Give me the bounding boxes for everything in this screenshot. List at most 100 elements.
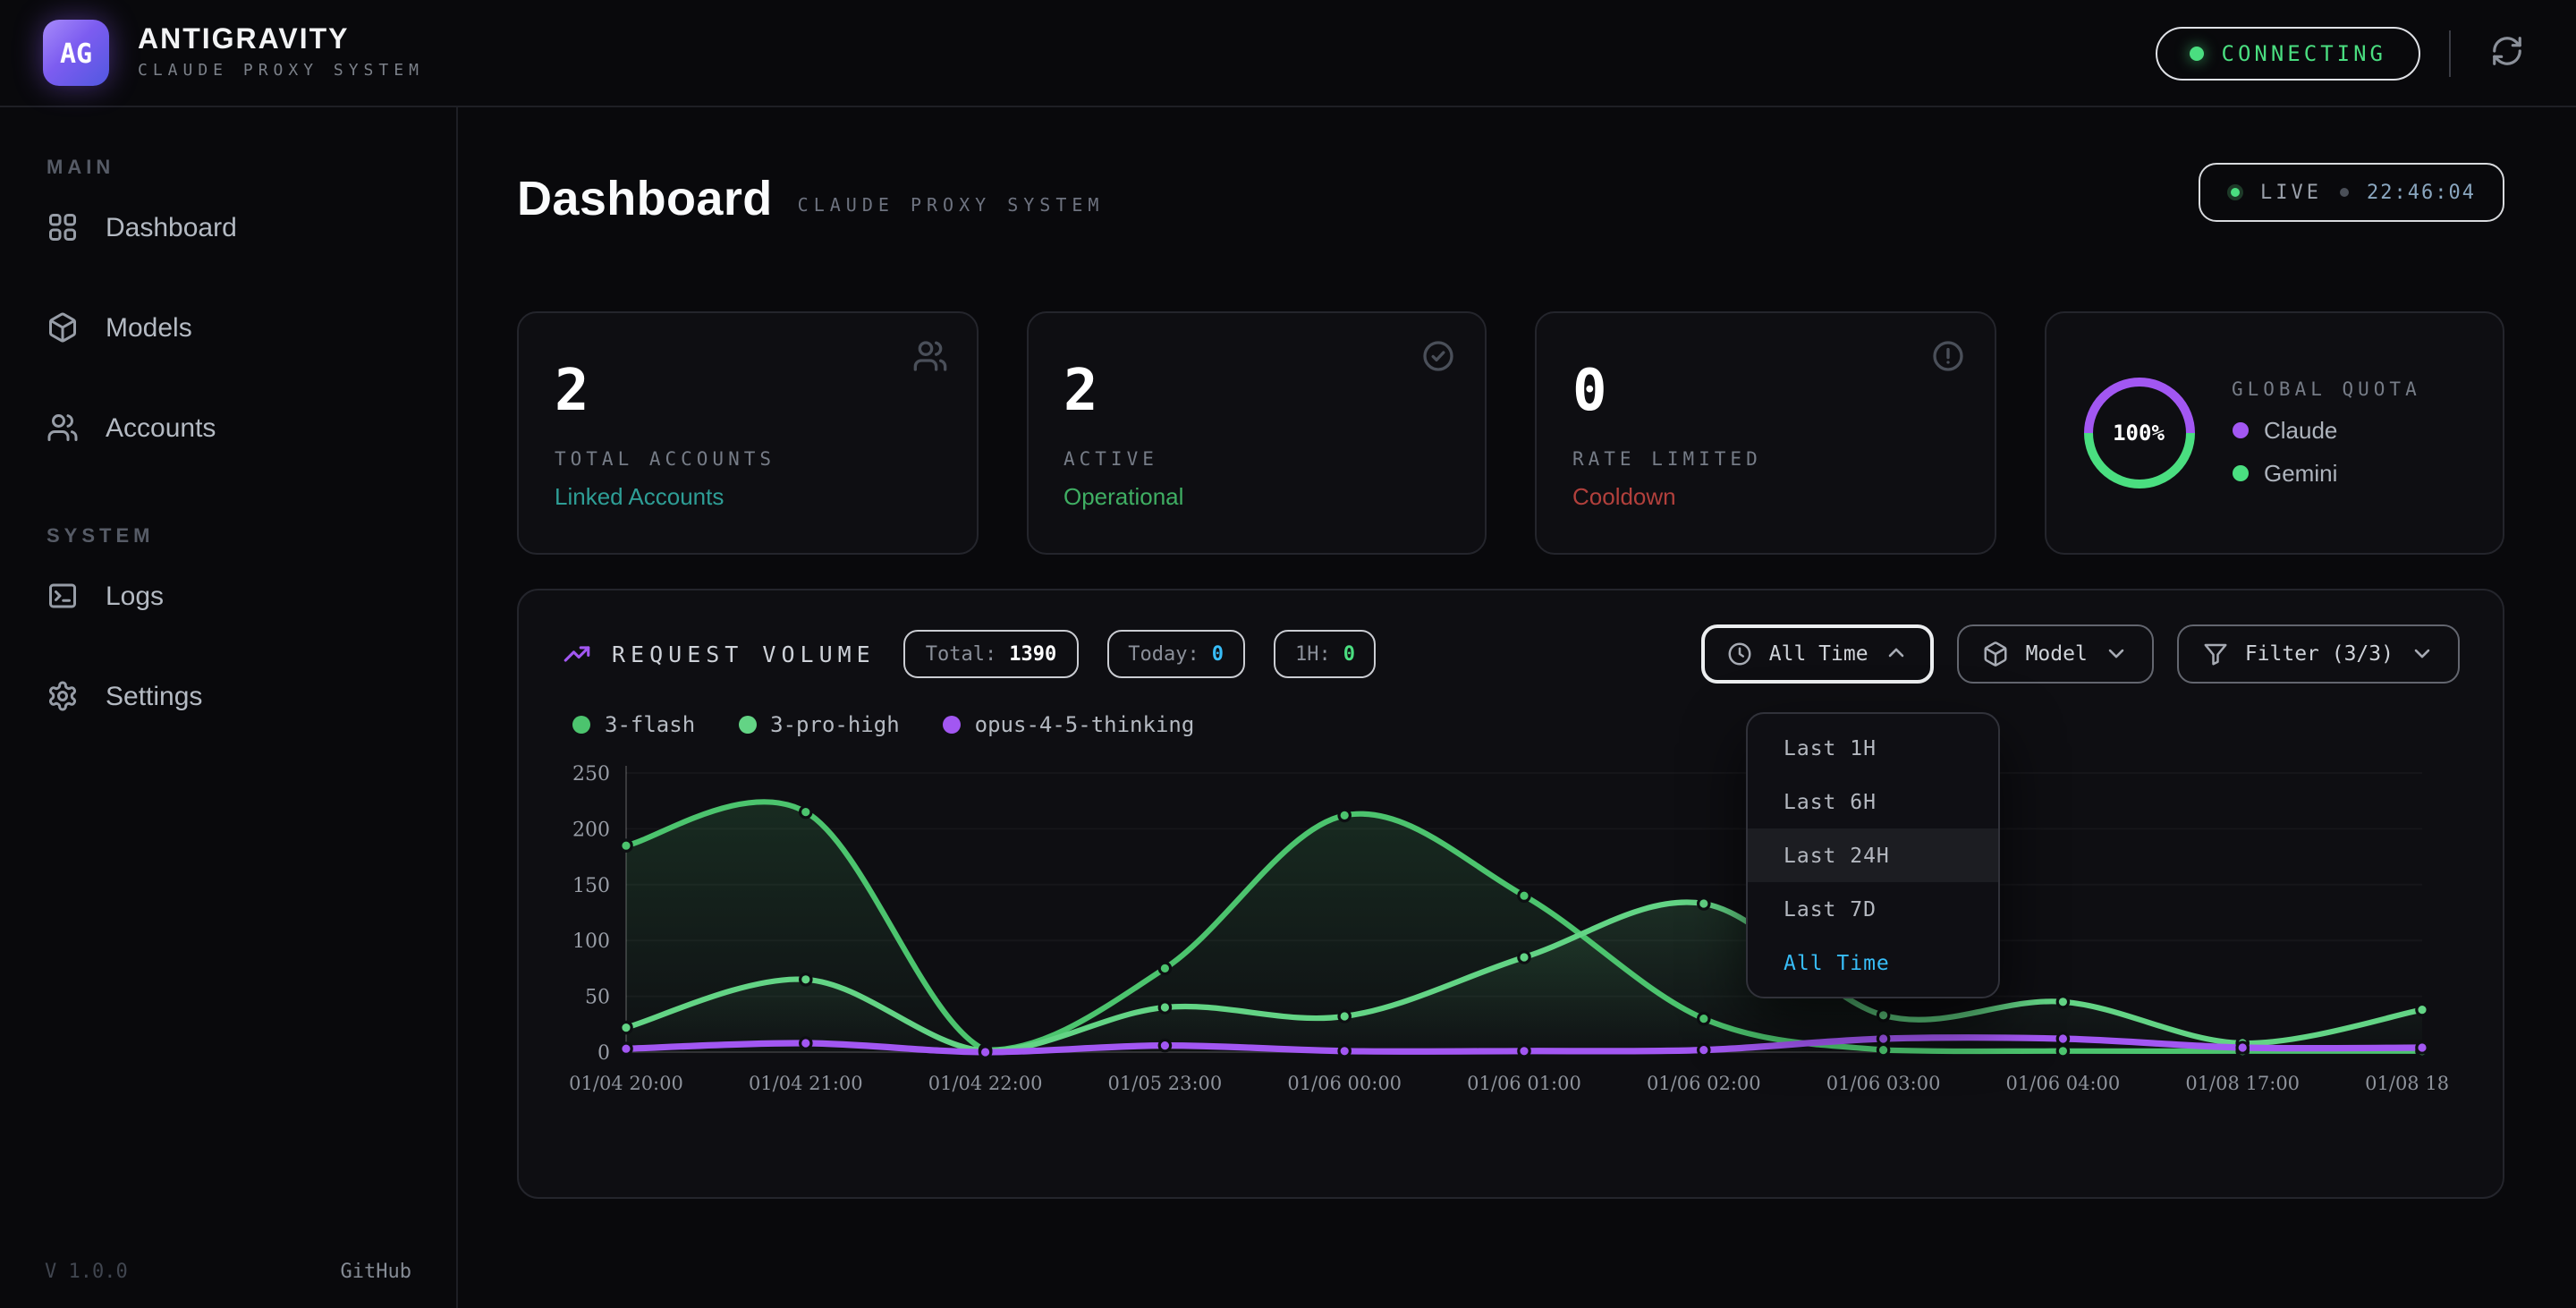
menu-item-last-6h[interactable]: Last 6H — [1748, 775, 1998, 828]
model-filter-button[interactable]: Model — [1958, 624, 2154, 683]
sidebar-item-label: Logs — [106, 581, 164, 611]
series-dot-icon — [943, 716, 961, 734]
svg-text:01/04 20:00: 01/04 20:00 — [569, 1073, 683, 1094]
live-label: LIVE — [2260, 181, 2322, 204]
quota-legend: GLOBAL QUOTA Claude Gemini — [2232, 379, 2421, 487]
app-logo-text: AG — [60, 37, 92, 69]
legend-label: 3-flash — [605, 712, 695, 737]
chart-title-text: REQUEST VOLUME — [612, 640, 876, 667]
stat-cards-row: 2 TOTAL ACCOUNTS Linked Accounts 2 ACTIV… — [517, 311, 2504, 555]
svg-text:250: 250 — [572, 763, 610, 786]
trending-up-icon — [562, 638, 592, 668]
request-volume-card: REQUEST VOLUME Total: 1390 Today: 0 1H: … — [517, 589, 2504, 1199]
users-icon — [911, 338, 947, 383]
chip-label: Today: — [1128, 641, 1199, 665]
sidebar-section-system: SYSTEM — [47, 526, 428, 548]
stat-card-rate-limited: 0 RATE LIMITED Cooldown — [1535, 311, 1996, 555]
live-dot — [2226, 184, 2242, 200]
stat-label: ACTIVE — [1063, 449, 1449, 471]
connection-status-badge: CONNECTING — [2156, 26, 2421, 80]
chart-header: REQUEST VOLUME Total: 1390 Today: 0 1H: … — [562, 619, 2460, 687]
sidebar-item-models[interactable]: Models — [29, 297, 428, 358]
svg-text:01/08 18:00: 01/08 18:00 — [2365, 1073, 2451, 1094]
quota-legend-label: Claude — [2264, 417, 2337, 444]
clock-icon — [1726, 640, 1753, 667]
stage: AG ANTIGRAVITY CLAUDE PROXY SYSTEM CONNE… — [0, 0, 2576, 1308]
page-header: Dashboard CLAUDE PROXY SYSTEM LIVE 22:46… — [517, 172, 2504, 227]
stat-label: RATE LIMITED — [1572, 449, 1958, 471]
filter-label: Filter (3/3) — [2245, 641, 2394, 666]
chart-title: REQUEST VOLUME — [562, 638, 876, 668]
refresh-button[interactable] — [2479, 26, 2533, 80]
app-subtitle: CLAUDE PROXY SYSTEM — [138, 63, 424, 81]
menu-item-last-7d[interactable]: Last 7D — [1748, 882, 1998, 936]
quota-legend-gemini: Gemini — [2232, 460, 2421, 487]
sidebar-item-label: Settings — [106, 681, 202, 711]
quota-label: GLOBAL QUOTA — [2232, 379, 2421, 401]
chart-legend: 3-flash 3-pro-high opus-4-5-thinking — [572, 712, 2460, 737]
svg-text:50: 50 — [585, 987, 610, 1009]
main-content: Dashboard CLAUDE PROXY SYSTEM LIVE 22:46… — [458, 107, 2576, 1308]
page-subtitle: CLAUDE PROXY SYSTEM — [798, 197, 1105, 217]
time-range-button[interactable]: All Time — [1701, 624, 1935, 683]
github-link[interactable]: GitHub — [341, 1260, 412, 1283]
live-clock: 22:46:04 — [2367, 181, 2476, 204]
app-window: AG ANTIGRAVITY CLAUDE PROXY SYSTEM CONNE… — [0, 0, 2576, 1308]
quota-legend-claude: Claude — [2232, 417, 2421, 444]
version-label: V 1.0.0 — [45, 1260, 128, 1283]
svg-text:01/08 17:00: 01/08 17:00 — [2185, 1073, 2300, 1094]
dot-separator-icon — [2340, 188, 2349, 197]
funnel-icon — [2202, 640, 2229, 667]
topbar: AG ANTIGRAVITY CLAUDE PROXY SYSTEM CONNE… — [0, 0, 2576, 107]
stat-card-active: 2 ACTIVE Operational — [1026, 311, 1487, 555]
menu-item-all-time[interactable]: All Time — [1748, 936, 1998, 989]
chip-value: 0 — [1212, 641, 1224, 665]
menu-item-last-24h[interactable]: Last 24H — [1748, 828, 1998, 882]
stat-label: TOTAL ACCOUNTS — [555, 449, 940, 471]
sidebar-item-dashboard[interactable]: Dashboard — [29, 197, 428, 258]
svg-text:100: 100 — [572, 930, 610, 953]
filter-button[interactable]: Filter (3/3) — [2177, 624, 2460, 683]
chart-svg: 05010015020025001/04 20:0001/04 21:0001/… — [562, 748, 2451, 1117]
chip-label: 1H: — [1295, 641, 1331, 665]
chip-value: 1390 — [1009, 641, 1056, 665]
legend-item-3-pro-high[interactable]: 3-pro-high — [738, 712, 900, 737]
quota-legend-label: Gemini — [2264, 460, 2337, 487]
connection-status-dot — [2190, 46, 2204, 60]
svg-text:01/06 04:00: 01/06 04:00 — [2006, 1073, 2121, 1094]
topbar-divider — [2449, 30, 2451, 76]
global-quota-card: 100% GLOBAL QUOTA Claude Gemini — [2044, 311, 2504, 555]
gemini-dot-icon — [2232, 465, 2248, 481]
topbar-right: CONNECTING — [2156, 26, 2534, 80]
sidebar-item-label: Models — [106, 312, 192, 343]
svg-text:200: 200 — [572, 819, 610, 841]
sidebar-item-label: Accounts — [106, 412, 216, 443]
svg-text:01/06 02:00: 01/06 02:00 — [1647, 1073, 1761, 1094]
menu-item-last-1h[interactable]: Last 1H — [1748, 721, 1998, 775]
svg-text:01/04 21:00: 01/04 21:00 — [749, 1073, 863, 1094]
chip-value: 0 — [1343, 641, 1355, 665]
refresh-icon — [2489, 33, 2523, 72]
sidebar-item-logs[interactable]: Logs — [29, 565, 428, 626]
sidebar-item-settings[interactable]: Settings — [29, 666, 428, 726]
total-requests-chip: Total: 1390 — [904, 629, 1079, 677]
sidebar-spacer — [29, 626, 428, 666]
stat-subtext: Linked Accounts — [555, 483, 940, 510]
hour-requests-chip: 1H: 0 — [1274, 629, 1377, 677]
cube-icon — [47, 311, 79, 344]
chip-label: Total: — [926, 641, 997, 665]
svg-text:01/06 00:00: 01/06 00:00 — [1287, 1073, 1402, 1094]
sidebar: MAIN Dashboard Models Accounts SYSTEM — [0, 107, 458, 1308]
legend-item-opus[interactable]: opus-4-5-thinking — [943, 712, 1195, 737]
terminal-icon — [47, 580, 79, 612]
series-dot-icon — [572, 716, 590, 734]
legend-item-3-flash[interactable]: 3-flash — [572, 712, 695, 737]
app-logo: AG — [43, 20, 109, 86]
legend-label: opus-4-5-thinking — [975, 712, 1195, 737]
svg-text:0: 0 — [597, 1042, 610, 1065]
sidebar-item-accounts[interactable]: Accounts — [29, 397, 428, 458]
time-range-label: All Time — [1769, 641, 1868, 666]
sidebar-spacer — [29, 258, 428, 297]
users-icon — [47, 412, 79, 444]
stat-subtext: Operational — [1063, 483, 1449, 510]
